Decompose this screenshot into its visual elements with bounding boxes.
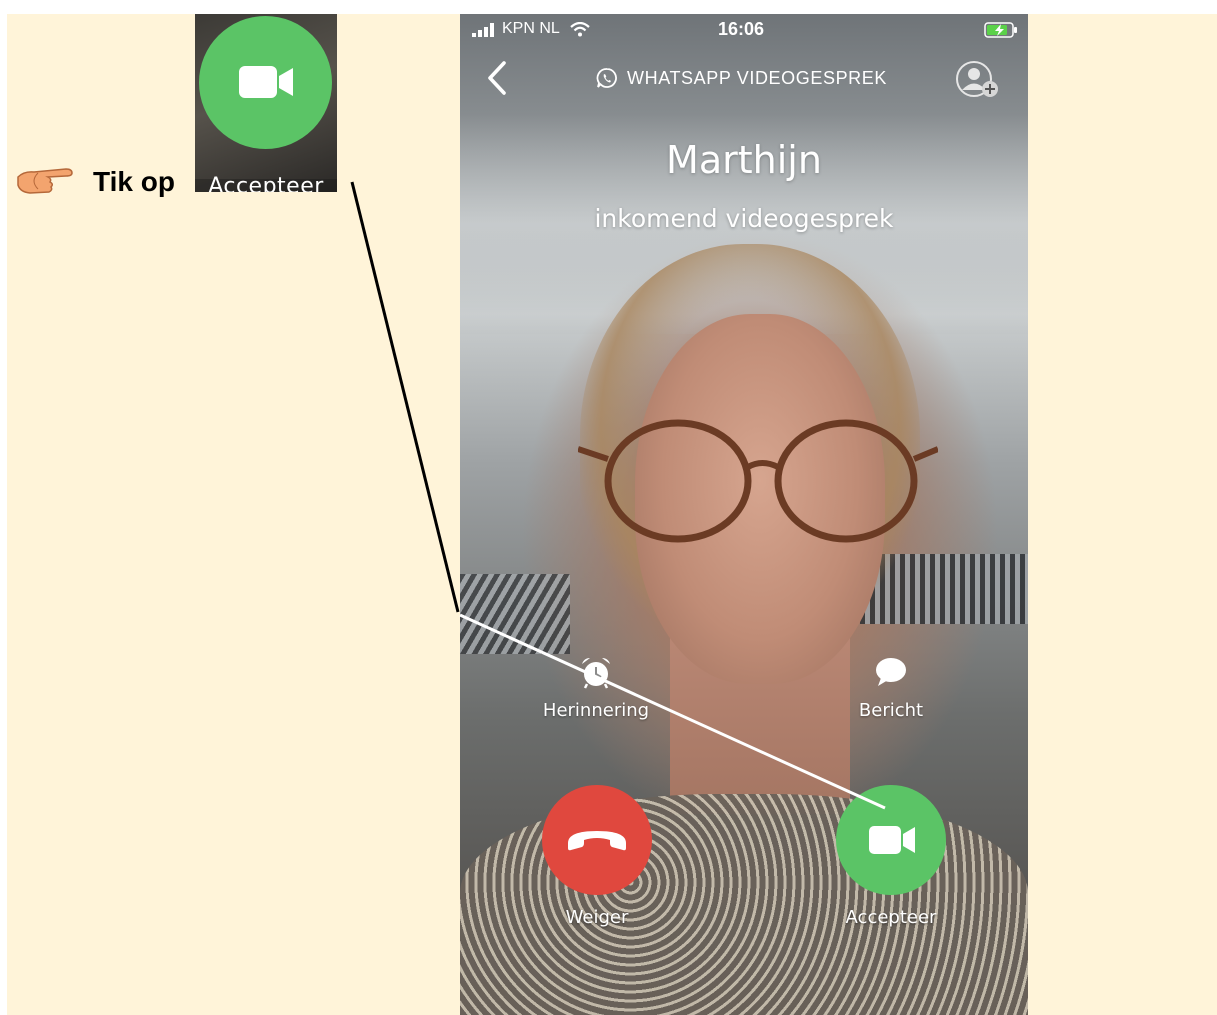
video-camera-icon	[869, 826, 915, 854]
call-type-title: WHATSAPP VIDEOGESPREK	[627, 67, 887, 88]
thumbnail-label: Accepteer	[208, 174, 324, 193]
wifi-icon	[570, 22, 590, 37]
accept-button-thumbnail: Accepteer	[195, 14, 337, 192]
accept-button[interactable]	[836, 785, 946, 895]
instruction-text: Tik op	[93, 166, 175, 197]
remind-me-button[interactable]: Herinnering	[526, 654, 666, 721]
battery-charging-icon	[984, 22, 1017, 38]
thumbnail-accept-circle	[199, 16, 332, 149]
message-button[interactable]: Bericht	[821, 654, 961, 721]
back-button[interactable]	[482, 60, 512, 96]
alarm-clock-icon	[582, 658, 610, 689]
cellular-signal-icon	[472, 23, 494, 37]
video-camera-icon	[239, 66, 293, 98]
decline-label: Weiger	[565, 907, 629, 928]
accept-label: Accepteer	[845, 907, 937, 928]
clock-time: 16:06	[718, 19, 765, 39]
call-header: WHATSAPP VIDEOGESPREK	[596, 66, 887, 90]
pointing-hand-icon	[17, 168, 73, 194]
status-bar: KPN NL 16:06	[460, 14, 1028, 46]
message-label: Bericht	[858, 700, 924, 721]
caller-name: Marthijn	[666, 138, 822, 182]
remind-me-label: Herinnering	[542, 700, 650, 721]
whatsapp-icon	[596, 68, 617, 88]
phone-screen: KPN NL 16:06 WHATSAPP VIDEOGESPREK Marth…	[460, 14, 1028, 1015]
hang-up-icon	[568, 831, 626, 851]
chat-bubble-icon	[876, 658, 906, 686]
caller-glasses	[578, 419, 938, 543]
background-radiator-left	[460, 574, 570, 654]
carrier-name: KPN NL	[502, 20, 560, 37]
decline-button[interactable]	[542, 785, 652, 895]
add-participant-button[interactable]	[954, 59, 1004, 99]
call-status: inkomend videogesprek	[594, 204, 894, 233]
